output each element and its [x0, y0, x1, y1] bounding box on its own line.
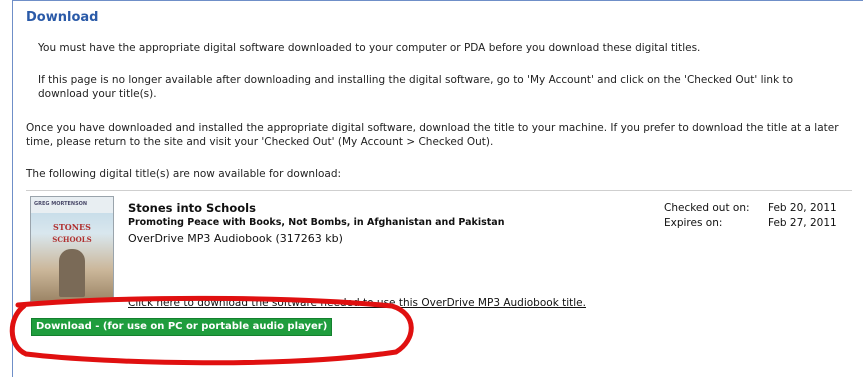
cover-figure: [59, 249, 85, 297]
intro-paragraph-1: You must have the appropriate digital so…: [38, 42, 701, 54]
cover-author: GREG MORTENSON: [34, 201, 88, 207]
checked-out-value: Feb 20, 2011: [768, 202, 837, 214]
expires-row: Expires on: Feb 27, 2011: [664, 216, 837, 231]
intro-paragraph-3: Once you have downloaded and installed t…: [26, 122, 839, 148]
book-title: Stones into Schools: [128, 201, 256, 215]
book-format: OverDrive MP3 Audiobook (317263 kb): [128, 232, 343, 245]
book-cover-image: GREG MORTENSON STONES SCHOOLS: [30, 196, 114, 302]
available-titles-text: The following digital title(s) are now a…: [26, 168, 342, 180]
intro-paragraph-2: If this page is no longer available afte…: [38, 74, 794, 100]
book-subtitle: Promoting Peace with Books, Not Bombs, i…: [128, 217, 505, 228]
download-button[interactable]: Download - (for use on PC or portable au…: [31, 318, 333, 336]
checkout-dates: Checked out on: Feb 20, 2011 Expires on: F…: [664, 201, 837, 231]
software-help-link[interactable]: Click here to download the software need…: [128, 297, 586, 309]
cover-title-line-1: STONES: [53, 222, 91, 232]
cover-title-line-2: SCHOOLS: [52, 235, 92, 244]
divider: [26, 190, 852, 191]
expires-value: Feb 27, 2011: [768, 217, 837, 229]
checked-out-label: Checked out on:: [664, 202, 750, 214]
page-title: Download: [26, 10, 99, 25]
checked-out-row: Checked out on: Feb 20, 2011: [664, 201, 837, 216]
expires-label: Expires on:: [664, 217, 723, 229]
